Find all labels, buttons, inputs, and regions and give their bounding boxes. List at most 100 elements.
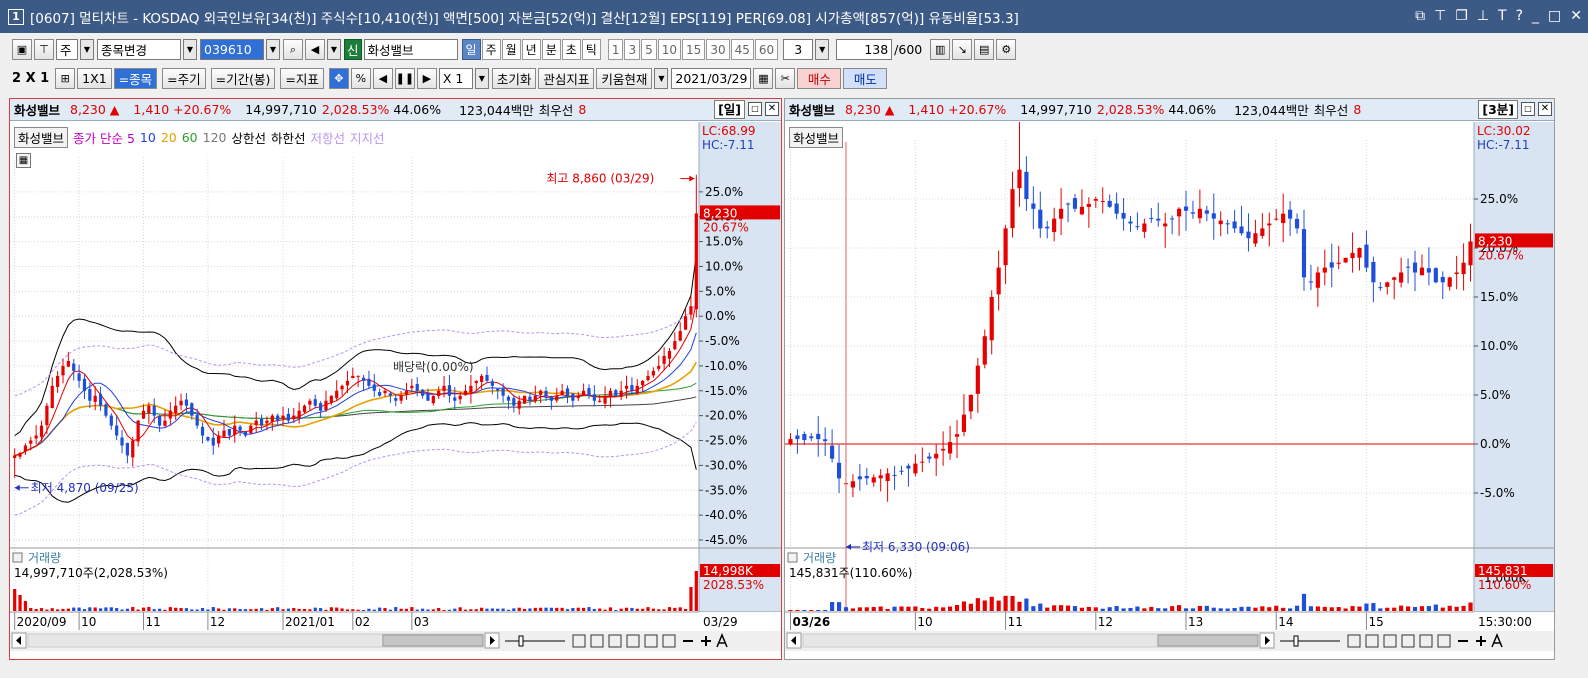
calendar-icon[interactable]: ▦ [753,68,774,89]
trend-icon[interactable]: ↘ [952,39,973,60]
stock-code-dropdown-icon[interactable]: ▼ [266,39,280,60]
maximize-icon[interactable]: □ [1548,0,1561,33]
period-button-1[interactable]: 주 [481,39,501,60]
period-button-2[interactable]: 월 [501,39,521,60]
prev-icon[interactable]: ◀ [372,68,393,89]
gear-icon[interactable]: ⚙ [996,39,1017,60]
volume-value: 14,997,710주(2,028.53%) [14,566,168,580]
grid-layout-icon[interactable]: ⊞ [55,68,76,89]
candle-body [517,400,521,409]
close-panel-icon[interactable]: ✕ [765,102,779,116]
volume-bar [1176,605,1182,611]
mode-select[interactable]: 주 [56,39,78,60]
kiwoom-dropdown-icon[interactable]: ▼ [654,68,669,89]
date-input[interactable]: 2021/03/29 [671,68,752,89]
stock-change-dropdown-icon[interactable]: ▼ [183,39,197,60]
interval-button-6[interactable]: 45 [730,39,754,60]
link-icon[interactable]: ⧉ [1415,0,1425,33]
period-button-4[interactable]: 분 [541,39,561,60]
period-button-6[interactable]: 틱 [581,39,601,60]
move-icon[interactable]: ✥ [328,68,349,89]
maximize-panel-icon[interactable]: □ [748,102,762,116]
zoom-slider-handle[interactable] [518,635,524,647]
new-badge[interactable]: 신 [344,39,362,60]
stock-change-select[interactable]: 종목변경 [97,39,181,60]
pause-icon[interactable]: ❚❚ [394,68,415,89]
candle-body [565,388,570,396]
volume-last-pct: 2028.53% [703,578,764,592]
bar-chart-icon[interactable]: ▥ [930,39,951,60]
panel-priority: 최우선 [1313,103,1349,118]
period-button-0[interactable]: 일 [461,39,481,60]
reset-button[interactable]: 초기화 [491,68,537,89]
zoom-slider-handle[interactable] [1293,635,1299,647]
save-icon[interactable]: ▤ [974,39,995,60]
scroll-thumb[interactable] [1157,634,1259,647]
multiplier-select[interactable]: X 1 [438,68,473,89]
next-icon[interactable]: ▶ [416,68,437,89]
top-icon[interactable]: ⊥ [1477,0,1489,33]
volume-bar [109,607,113,611]
sync-button-1[interactable]: =주기 [162,68,206,89]
interval-button-3[interactable]: 10 [657,39,682,60]
interval-button-7[interactable]: 60 [754,39,779,60]
candle-body [1454,272,1459,275]
speaker-dropdown-icon[interactable]: ▼ [327,39,341,60]
candle-body [544,390,548,396]
help-icon[interactable]: ? [1516,0,1523,33]
candle-count-input[interactable]: 138 [836,39,893,60]
layout-icon[interactable]: ▣ [12,39,32,60]
interval-button-2[interactable]: 5 [641,39,657,60]
interval-button-0[interactable]: 1 [607,39,624,60]
interval-button-1[interactable]: 3 [624,39,641,60]
font-size-icon[interactable]: T [1498,0,1507,33]
period-tab-3min[interactable]: [3분] [1478,100,1518,119]
volume-bar [249,609,253,611]
volume-bar [1149,606,1154,611]
stock-code-input[interactable]: 039610 [200,39,264,60]
close-icon[interactable]: ✕ [1570,0,1582,33]
search-icon[interactable]: ⌕ [283,39,303,60]
buy-button[interactable]: 매수 [797,68,842,89]
interval-button-5[interactable]: 30 [706,39,730,60]
mode-dropdown-icon[interactable]: ▼ [80,39,94,60]
interval-button-4[interactable]: 15 [682,39,706,60]
one-by-one-button[interactable]: 1X1 [77,68,112,89]
candle-body [662,355,666,364]
volume-pane-icon[interactable] [787,552,798,563]
volume-bar [603,609,607,611]
volume-pane-icon[interactable] [12,552,23,563]
restore-icon[interactable]: ❐ [1455,0,1468,33]
pin-toolbar-icon[interactable]: ⊤ [34,39,54,60]
close-panel-icon[interactable]: ✕ [1538,102,1552,116]
sell-button[interactable]: 매도 [843,68,888,89]
volume-bar [152,609,156,611]
sync-button-2[interactable]: =기간(봉) [210,68,276,89]
maximize-panel-icon[interactable]: □ [1521,102,1535,116]
candle-body [361,377,366,381]
candle-body [426,392,430,401]
candle-body [206,437,210,441]
y-tick-label: -10.0% [705,359,747,373]
interval-select[interactable]: 3 [783,39,814,60]
interval-dropdown-icon[interactable]: ▼ [815,39,830,60]
sync-button-3[interactable]: =지표 [280,68,324,89]
period-button-5[interactable]: 초 [561,39,581,60]
sync-button-0[interactable]: =종목 [113,68,158,89]
multiplier-dropdown-icon[interactable]: ▼ [474,68,489,89]
pin-icon[interactable]: ⊤ [1434,0,1446,33]
candle-body [249,425,253,434]
speaker-icon[interactable]: ◀ [305,39,325,60]
volume-bar [61,608,65,611]
crosshair-icon[interactable]: ✂ [775,68,796,89]
minimize-icon[interactable]: _ [1532,0,1539,33]
percent-button[interactable]: % [350,68,371,89]
scroll-thumb[interactable] [382,634,484,647]
stock-name-field[interactable]: 화성밸브 [363,39,458,60]
dividend-annotation: 배당락(0.00%) [393,360,474,374]
period-tab-daily[interactable]: [일] [714,100,745,119]
period-button-3[interactable]: 년 [521,39,541,60]
watch-indicator-button[interactable]: 관심지표 [538,68,595,89]
candle-body [367,378,371,386]
kiwoom-current-button[interactable]: 키움현재 [596,68,653,89]
